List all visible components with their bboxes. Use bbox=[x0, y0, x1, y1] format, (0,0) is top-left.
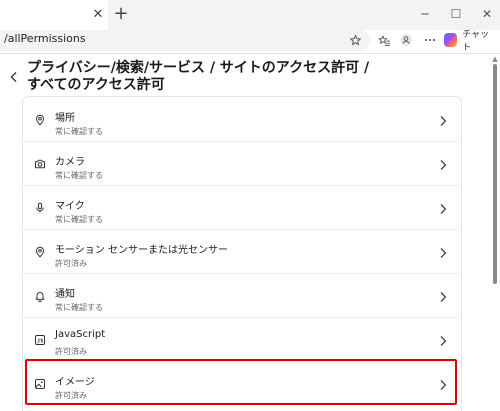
camera-icon bbox=[34, 155, 46, 169]
row-divider bbox=[23, 317, 459, 318]
breadcrumb-line-1: プライバシー/検索/サービス / サイトのアクセス許可 / bbox=[27, 60, 370, 76]
favorites-list-icon[interactable] bbox=[376, 32, 392, 48]
permission-title: マイク bbox=[55, 201, 85, 212]
minimize-icon[interactable]: ─ bbox=[417, 6, 433, 22]
page-title: プライバシー/検索/サービス / サイトのアクセス許可 / すべてのアクセス許可 bbox=[27, 60, 387, 94]
copilot-icon bbox=[444, 33, 458, 47]
more-menu-icon[interactable] bbox=[422, 32, 438, 48]
chevron-right-icon bbox=[439, 156, 447, 170]
maximize-icon[interactable]: ☐ bbox=[448, 6, 464, 22]
row-divider bbox=[23, 185, 459, 186]
tab-close-icon[interactable]: ✕ bbox=[91, 8, 105, 22]
close-window-icon[interactable]: ✕ bbox=[479, 6, 495, 22]
new-tab-icon[interactable]: + bbox=[112, 5, 130, 23]
breadcrumb-line-2: すべてのアクセス許可 bbox=[27, 77, 165, 93]
permission-status: 常に確認する bbox=[55, 127, 103, 136]
permission-status: 常に確認する bbox=[55, 303, 103, 312]
permission-title: JavaScript bbox=[55, 329, 106, 340]
copilot-chat-button[interactable]: チャット bbox=[444, 30, 496, 53]
permission-title: カメラ bbox=[55, 157, 85, 168]
scrollbar-thumb[interactable] bbox=[493, 64, 497, 284]
bell-icon bbox=[34, 287, 46, 302]
permission-status: 常に確認する bbox=[55, 215, 103, 224]
row-divider bbox=[23, 273, 459, 274]
chevron-right-icon bbox=[439, 112, 447, 126]
row-divider bbox=[23, 141, 459, 142]
chevron-right-icon bbox=[439, 288, 447, 302]
address-url[interactable]: /allPermissions bbox=[4, 32, 86, 45]
back-chevron-icon[interactable] bbox=[9, 68, 19, 82]
permission-status: 許可済み bbox=[55, 347, 87, 356]
chevron-right-icon bbox=[439, 244, 447, 258]
favorite-star-icon[interactable] bbox=[347, 32, 363, 48]
tab-strip: ✕ + ─ ☐ ✕ bbox=[0, 0, 500, 30]
permission-title: 場所 bbox=[55, 113, 75, 124]
scroll-up-arrow-icon[interactable]: ▲ bbox=[491, 55, 499, 63]
permission-status: 許可済み bbox=[55, 259, 87, 268]
permission-status: 常に確認する bbox=[55, 171, 103, 180]
highlight-box bbox=[25, 359, 457, 405]
browser-window: ✕ + ─ ☐ ✕ /allPermissions チャット プライバシー/検索… bbox=[0, 0, 500, 411]
copilot-label: チャット bbox=[462, 30, 490, 53]
javascript-icon bbox=[34, 331, 46, 345]
chevron-right-icon bbox=[439, 332, 447, 346]
permission-title: 通知 bbox=[55, 289, 75, 300]
row-divider bbox=[23, 229, 459, 230]
profile-icon[interactable] bbox=[398, 32, 414, 48]
microphone-icon bbox=[34, 199, 46, 213]
chevron-right-icon bbox=[439, 200, 447, 214]
permission-title: モーション センサーまたは光センサー bbox=[55, 245, 228, 256]
sensor-icon bbox=[34, 243, 46, 258]
location-icon bbox=[34, 111, 46, 126]
